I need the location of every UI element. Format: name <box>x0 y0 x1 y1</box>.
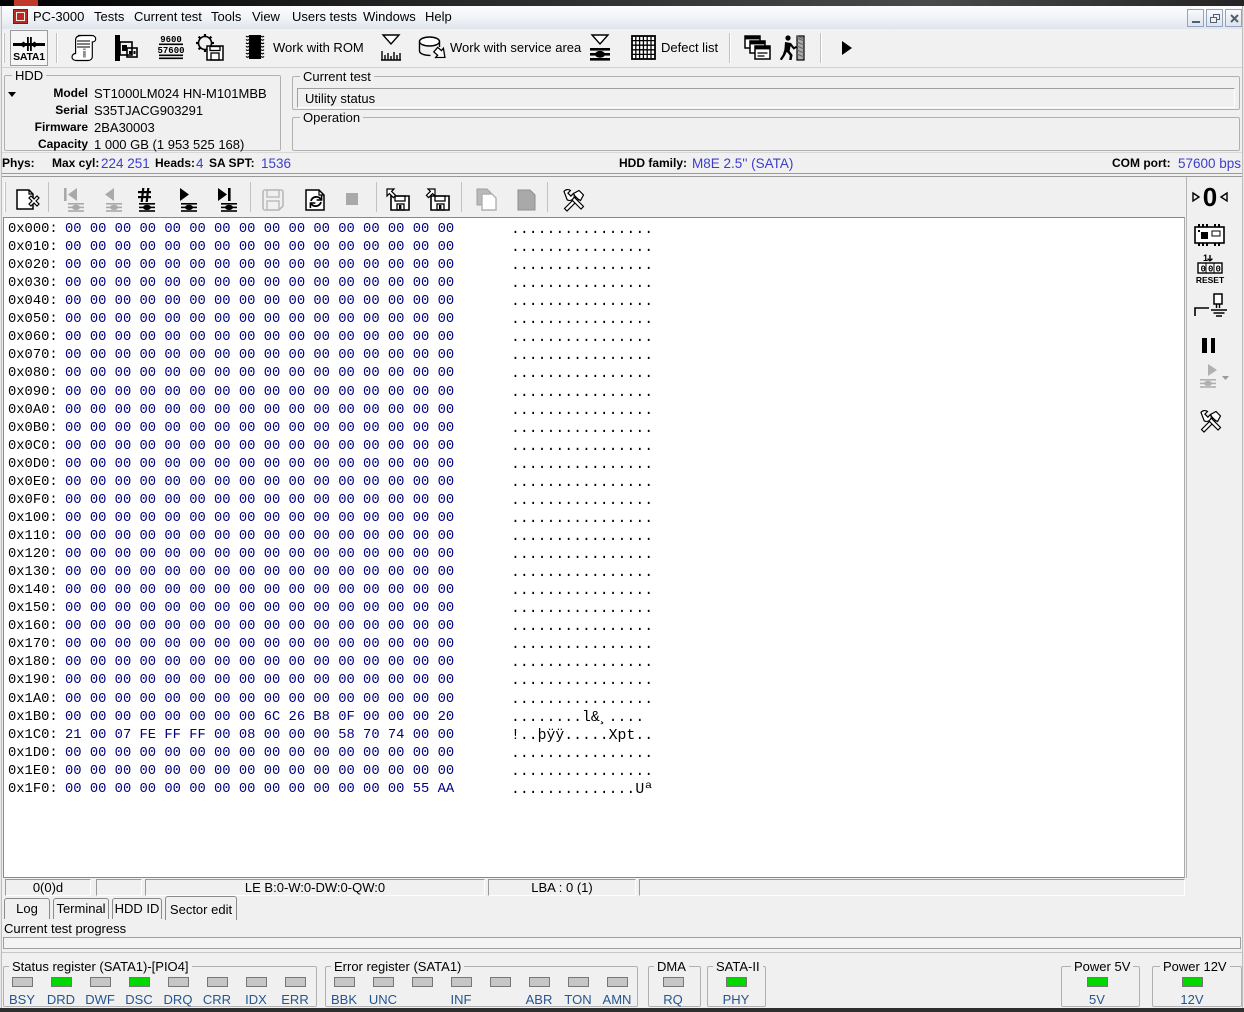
svg-text:0: 0 <box>1208 265 1213 275</box>
svg-text:1: 1 <box>1203 253 1208 263</box>
svg-text:0: 0 <box>1203 182 1217 212</box>
svg-text:RESET: RESET <box>1196 275 1225 285</box>
svg-text:0: 0 <box>1201 265 1206 275</box>
svg-text:0: 0 <box>1216 265 1221 275</box>
